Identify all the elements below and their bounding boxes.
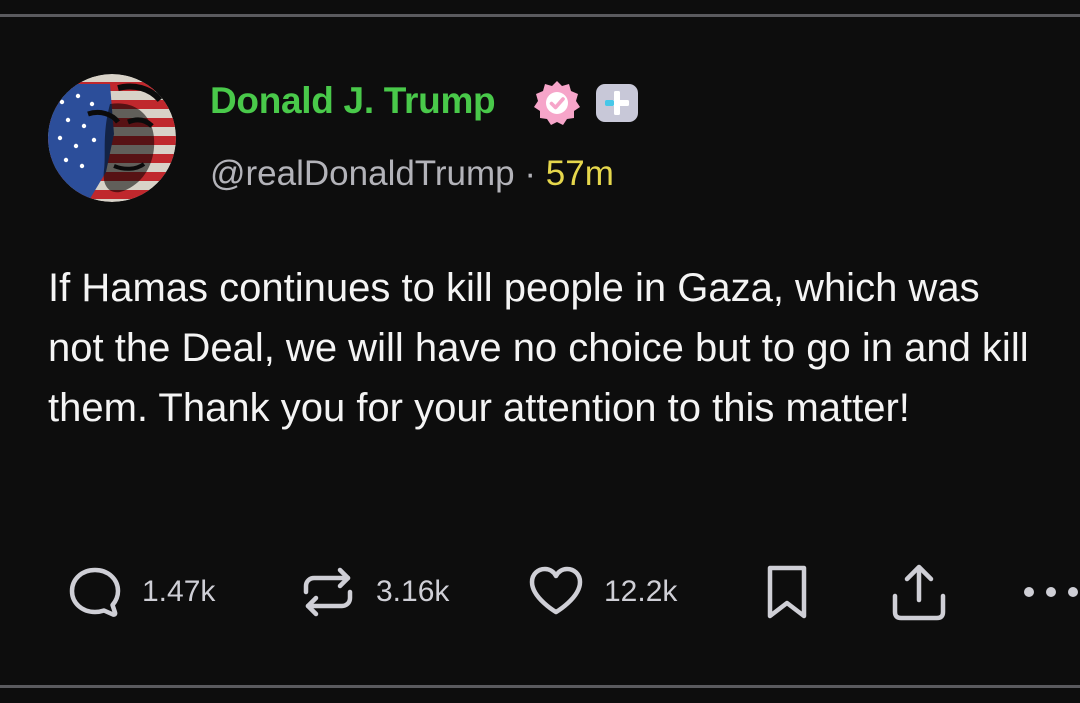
reply-button[interactable]: 1.47k (66, 560, 215, 624)
bottom-divider (0, 685, 1080, 688)
reply-count: 1.47k (142, 575, 216, 608)
post-screen: Donald J. Trump @realDonaldTrump · 57m I… (0, 0, 1080, 703)
post-timestamp[interactable]: 57m (546, 154, 614, 193)
share-button[interactable] (886, 560, 952, 624)
author-handle[interactable]: @realDonaldTrump (210, 154, 515, 193)
bookmark-icon (767, 565, 807, 619)
author-display-name[interactable]: Donald J. Trump (210, 78, 496, 124)
author-meta-line: @realDonaldTrump · 57m (210, 152, 614, 196)
post-text: If Hamas continues to kill people in Gaz… (48, 266, 1029, 430)
reply-bubble-icon (69, 567, 121, 617)
more-options-button[interactable] (1022, 560, 1080, 624)
like-count: 12.2k (604, 575, 678, 608)
avatar-flag-portrait-icon (48, 74, 176, 202)
author-avatar[interactable] (48, 74, 176, 202)
share-icon (892, 564, 946, 621)
verified-badge-icon (534, 81, 580, 125)
repost-button[interactable]: 3.16k (298, 560, 449, 624)
plus-badge-icon (596, 84, 638, 122)
heart-icon (529, 566, 583, 615)
meta-separator: · (524, 154, 537, 193)
repost-icon (303, 567, 353, 617)
more-horizontal-icon (1024, 587, 1078, 597)
like-button[interactable]: 12.2k (526, 560, 677, 624)
top-divider (0, 14, 1080, 17)
repost-count: 3.16k (376, 575, 450, 608)
bookmark-button[interactable] (764, 560, 810, 624)
